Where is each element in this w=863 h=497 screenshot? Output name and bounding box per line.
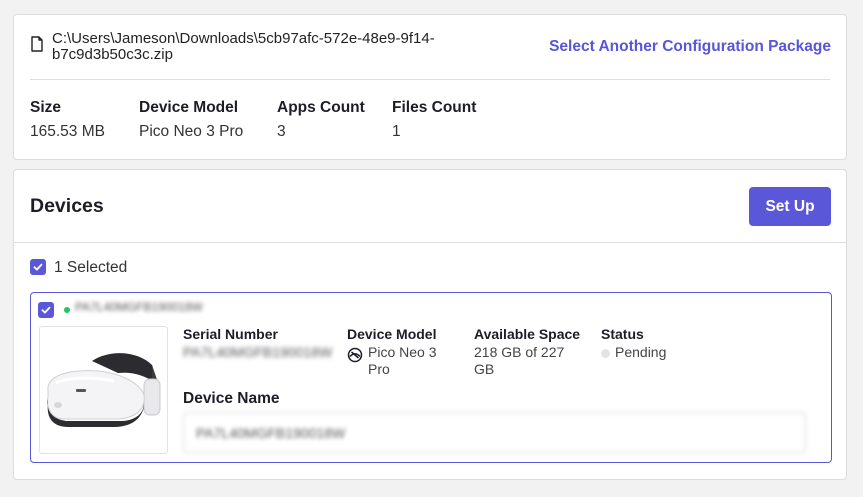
stat-value: 1 [392, 123, 401, 140]
device-name-input[interactable] [183, 412, 806, 453]
stat-label: Files Count [392, 99, 477, 116]
available-space-column: Available Space 218 GB of 227 GB [474, 326, 584, 378]
serial-column: Serial Number PA7L40MGFB190018W [183, 326, 338, 361]
status-value-row: Pending [601, 344, 721, 361]
package-card: C:\Users\Jameson\Downloads\5cb97afc-572e… [13, 14, 847, 160]
stat-files-count: Files Count 1 [392, 99, 476, 141]
select-another-package-link[interactable]: Select Another Configuration Package [549, 38, 831, 56]
device-item[interactable]: PA7L40MGFB190018W Serial Number PA7L40MG… [30, 292, 832, 463]
device-model-column: Device Model Pico Neo 3 Pro [347, 326, 465, 378]
check-icon [41, 306, 51, 314]
status-value: Pending [615, 344, 667, 360]
divider [30, 79, 830, 80]
file-path-row: C:\Users\Jameson\Downloads\5cb97afc-572e… [30, 31, 482, 63]
devices-card: Devices Set Up 1 Selected PA7L40MGFB1900… [13, 169, 847, 480]
stat-value: 3 [277, 123, 286, 140]
stat-device-model: Device Model Pico Neo 3 Pro [139, 99, 243, 141]
stat-label: Apps Count [277, 99, 365, 116]
selected-count: 1 Selected [54, 259, 128, 276]
available-space-label: Available Space [474, 326, 581, 342]
device-thumbnail [39, 326, 168, 454]
setup-button[interactable]: Set Up [749, 187, 831, 226]
file-path: C:\Users\Jameson\Downloads\5cb97afc-572e… [52, 30, 435, 63]
device-model-label: Device Model [347, 326, 437, 342]
device-model-value-row: Pico Neo 3 Pro [347, 344, 465, 378]
headset-image [47, 353, 161, 427]
stat-value: 165.53 MB [30, 123, 105, 140]
device-serial-header: PA7L40MGFB190018W [75, 300, 203, 314]
serial-value: PA7L40MGFB190018W [183, 344, 333, 360]
divider [14, 242, 846, 243]
available-space-value: 218 GB of 227 GB [474, 344, 565, 377]
stat-label: Size [30, 99, 62, 116]
stat-label: Device Model [139, 99, 239, 116]
stat-size: Size 165.53 MB [30, 99, 105, 141]
device-checkbox[interactable] [38, 302, 54, 318]
stat-apps-count: Apps Count 3 [277, 99, 365, 141]
status-column: Status Pending [601, 326, 721, 361]
online-status-dot [64, 307, 70, 313]
device-name-label: Device Name [183, 390, 280, 407]
select-all-checkbox[interactable] [30, 259, 46, 275]
device-model-value: Pico Neo 3 Pro [368, 344, 437, 377]
pending-status-dot [601, 348, 610, 358]
devices-title: Devices [30, 195, 104, 217]
check-icon [33, 263, 43, 271]
headset-icon [347, 347, 363, 363]
status-label: Status [601, 326, 644, 342]
file-icon [31, 36, 43, 52]
stat-value: Pico Neo 3 Pro [139, 123, 244, 140]
serial-label: Serial Number [183, 326, 278, 342]
